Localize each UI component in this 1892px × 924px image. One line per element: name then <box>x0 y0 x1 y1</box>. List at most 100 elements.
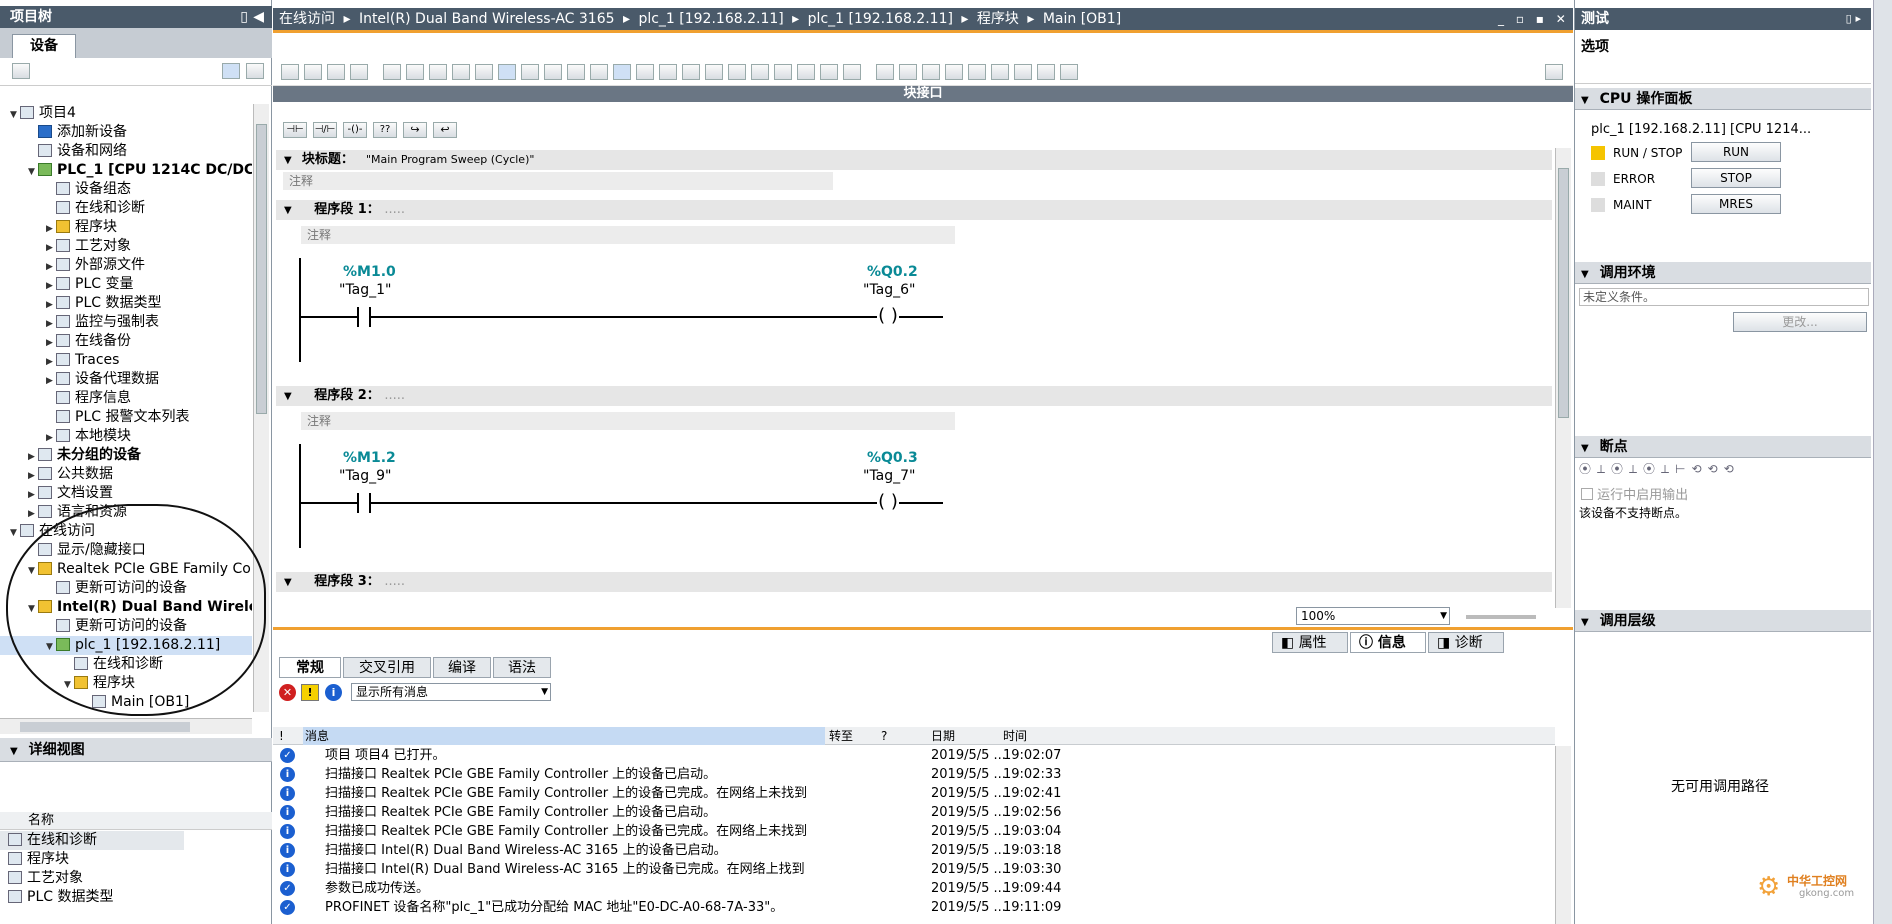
coil-icon[interactable]: -()- <box>343 122 367 138</box>
network-2-contact[interactable] <box>357 493 371 513</box>
network-2-contact-address[interactable]: %M1.2 <box>343 450 396 466</box>
editor-toolbar-button[interactable] <box>728 64 746 80</box>
editor-toolbar-button[interactable] <box>304 64 322 80</box>
editor-toolbar-button[interactable] <box>1060 64 1078 80</box>
network-1-contact-address[interactable]: %M1.0 <box>343 264 396 280</box>
detail-item[interactable]: 工艺对象 <box>0 869 83 888</box>
network-1-coil-address[interactable]: %Q0.2 <box>867 264 918 280</box>
detail-view-header[interactable]: ▼ 详细视图 <box>0 738 272 762</box>
empty-box-icon[interactable]: ?? <box>373 122 397 138</box>
editor-toolbar-button[interactable] <box>498 64 516 80</box>
tree-item[interactable]: ▶ 工艺对象 <box>0 237 252 256</box>
tree-item[interactable]: ▶ PLC 变量 <box>0 275 252 294</box>
editor-toolbar-button[interactable] <box>705 64 723 80</box>
editor-toolbar-button[interactable] <box>945 64 963 80</box>
tab-general[interactable]: 常规 <box>279 657 341 678</box>
col-message[interactable]: 消息 <box>303 727 825 745</box>
breadcrumb-item[interactable]: 在线访问 <box>279 11 335 27</box>
network-1-coil-tag[interactable]: "Tag_6" <box>863 282 916 298</box>
editor-toolbar-button[interactable] <box>751 64 769 80</box>
editor-toolbar-button[interactable] <box>843 64 861 80</box>
stop-button[interactable]: STOP <box>1691 168 1781 188</box>
tree-item[interactable]: ▶ PLC 数据类型 <box>0 294 252 313</box>
tree-item[interactable]: ▶ 在线备份 <box>0 332 252 351</box>
cpu-panel-header[interactable]: ▼ CPU 操作面板 <box>1575 88 1871 110</box>
run-button[interactable]: RUN <box>1691 142 1781 162</box>
editor-toolbar-button[interactable] <box>327 64 345 80</box>
tree-item[interactable]: ▶ 外部源文件 <box>0 256 252 275</box>
tree-item[interactable]: 设备组态 <box>0 180 252 199</box>
editor-toolbar-button[interactable] <box>281 64 299 80</box>
editor-toolbar-button[interactable] <box>544 64 562 80</box>
vertical-task-tabs[interactable] <box>1873 0 1892 924</box>
window-controls-icon[interactable]: ▯ ▸ <box>1846 8 1861 30</box>
change-button[interactable]: 更改... <box>1733 312 1867 332</box>
tree-hscrollbar[interactable] <box>0 718 252 734</box>
breadcrumb-item[interactable]: 程序块 <box>977 11 1019 27</box>
network-2-coil[interactable]: ( ) <box>877 491 899 513</box>
col-severity[interactable]: ! <box>279 727 284 745</box>
tree-item[interactable]: ▶ Traces <box>0 351 252 370</box>
expand-icon[interactable] <box>246 63 264 79</box>
network-3-header[interactable]: ▼ 程序段 3： ..... <box>276 572 1552 592</box>
tab-cross-ref[interactable]: 交叉引用 <box>343 657 431 678</box>
tree-item[interactable]: 添加新设备 <box>0 123 252 142</box>
network-2-comment[interactable]: 注释 <box>301 412 955 430</box>
editor-toolbar-button[interactable] <box>521 64 539 80</box>
close-branch-icon[interactable]: ↩ <box>433 122 457 138</box>
col-goto[interactable]: 转至 <box>829 727 853 745</box>
breadcrumb-item[interactable]: Main [OB1] <box>1043 11 1121 27</box>
tree-item[interactable]: ▶ 文档设置 <box>0 484 252 503</box>
editor-toolbar-button[interactable] <box>991 64 1009 80</box>
network-2-coil-address[interactable]: %Q0.3 <box>867 450 918 466</box>
message-row[interactable]: i 扫描接口 Realtek PCIe GBE Family Controller… <box>273 784 1555 803</box>
breadcrumb-item[interactable]: plc_1 [192.168.2.11] <box>808 11 953 27</box>
tab-diagnostics[interactable]: ◨ 诊断 <box>1428 632 1504 653</box>
message-row[interactable]: i 扫描接口 Realtek PCIe GBE Family Controller… <box>273 803 1555 822</box>
network-2-contact-tag[interactable]: "Tag_9" <box>339 468 392 484</box>
message-row[interactable]: i 扫描接口 Realtek PCIe GBE Family Controller… <box>273 765 1555 784</box>
nc-contact-icon[interactable]: ⊣/⊢ <box>313 122 337 138</box>
detail-item[interactable]: PLC 数据类型 <box>0 888 113 907</box>
editor-toolbar-button[interactable] <box>659 64 677 80</box>
new-icon[interactable] <box>12 63 30 79</box>
tree-item[interactable]: 在线和诊断 <box>0 199 252 218</box>
detail-item[interactable]: 在线和诊断 <box>0 831 184 850</box>
tab-compile[interactable]: 编译 <box>433 657 491 678</box>
network-1-contact-tag[interactable]: "Tag_1" <box>339 282 392 298</box>
breakpoints-header[interactable]: ▼ 断点 <box>1575 436 1871 458</box>
editor-toolbar-button[interactable] <box>1037 64 1055 80</box>
list-view-icon[interactable] <box>222 63 240 79</box>
network-1-comment[interactable]: 注释 <box>301 226 955 244</box>
message-row[interactable]: ✓ PROFINET 设备名称"plc_1"已成功分配给 MAC 地址"E0-DC… <box>273 898 1555 917</box>
tree-item[interactable]: ▼PLC_1 [CPU 1214C DC/DC/DC <box>0 161 252 180</box>
devices-tab[interactable]: 设备 <box>12 34 76 58</box>
block-interface-bar[interactable]: 块接口 <box>273 86 1573 102</box>
zoom-select[interactable]: 100% ▼ <box>1296 607 1450 625</box>
editor-toolbar-button[interactable] <box>820 64 838 80</box>
mres-button[interactable]: MRES <box>1691 194 1781 214</box>
call-env-header[interactable]: ▼ 调用环境 <box>1575 262 1871 284</box>
editor-toolbar-button[interactable] <box>682 64 700 80</box>
editor-layout-icon[interactable] <box>1545 64 1563 80</box>
editor-toolbar-button[interactable] <box>567 64 585 80</box>
network-1-header[interactable]: ▼ 程序段 1： ..... <box>276 200 1552 220</box>
editor-toolbar-button[interactable] <box>406 64 424 80</box>
enable-output-checkbox[interactable] <box>1581 488 1593 500</box>
zoom-slider[interactable] <box>1466 615 1536 619</box>
message-row[interactable]: i 扫描接口 Realtek PCIe GBE Family Controller… <box>273 822 1555 841</box>
tree-item[interactable]: 设备和网络 <box>0 142 252 161</box>
tab-info[interactable]: ⓘ 信息 <box>1350 632 1426 653</box>
message-row[interactable]: ✓ 项目 项目4 已打开。 2019/5/5 ... 19:02:07 <box>273 746 1555 765</box>
editor-toolbar-button[interactable] <box>590 64 608 80</box>
tree-item[interactable]: ▶ 监控与强制表 <box>0 313 252 332</box>
col-date[interactable]: 日期 <box>931 727 955 745</box>
network-1-contact[interactable] <box>357 307 371 327</box>
tree-item[interactable]: ▶ 设备代理数据 <box>0 370 252 389</box>
editor-toolbar-button[interactable] <box>383 64 401 80</box>
network-2-header[interactable]: ▼ 程序段 2： ..... <box>276 386 1552 406</box>
col-help[interactable]: ? <box>881 727 887 745</box>
tree-item[interactable]: ▶ 程序块 <box>0 218 252 237</box>
warning-filter-icon[interactable]: ! <box>301 684 319 701</box>
editor-toolbar-button[interactable] <box>613 64 631 80</box>
